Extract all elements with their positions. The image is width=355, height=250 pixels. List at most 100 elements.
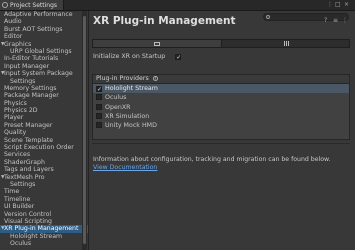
- provider-label: XR Simulation: [105, 112, 150, 120]
- providers-header-label: Plug-in Providers: [96, 75, 149, 82]
- more-options-icon[interactable]: ⋮: [327, 1, 333, 8]
- provider-item[interactable]: XR Simulation: [93, 112, 349, 121]
- expand-arrow-icon[interactable]: ▼: [1, 174, 4, 181]
- sidebar-item[interactable]: Settings: [0, 78, 88, 85]
- view-documentation-link[interactable]: View Documentation: [93, 164, 157, 171]
- sidebar-item[interactable]: Script Execution Order: [0, 144, 88, 151]
- sidebar-item-label: Input System Package: [4, 70, 73, 78]
- provider-checkbox[interactable]: [96, 112, 102, 119]
- provider-checkbox[interactable]: ✓: [96, 86, 102, 93]
- sidebar-item-label: Player: [4, 114, 24, 122]
- platform-icon: [283, 41, 289, 46]
- sidebar-item[interactable]: Version Control: [0, 211, 88, 218]
- sidebar-item-label: Burst AOT Settings: [4, 25, 63, 33]
- sidebar-item[interactable]: Burst AOT Settings: [0, 26, 88, 33]
- sidebar-item-label: Hololight Stream: [10, 232, 63, 240]
- provider-checkbox[interactable]: [96, 122, 102, 129]
- page-title: XR Plug-in Management: [93, 15, 236, 27]
- sidebar-item-label: Audio: [4, 18, 22, 26]
- provider-label: Hololight Stream: [105, 85, 158, 92]
- close-icon[interactable]: ×: [344, 1, 349, 8]
- sidebar-item[interactable]: ▼ Graphics: [0, 41, 88, 48]
- sidebar-item-label: Version Control: [4, 210, 52, 218]
- sidebar-item-label: Physics 2D: [4, 107, 38, 115]
- sidebar-item[interactable]: Input Manager: [0, 63, 88, 70]
- sidebar-item[interactable]: Timeline: [0, 196, 88, 203]
- sidebar-item-label: Adaptive Performance: [4, 11, 73, 18]
- sidebar-item-label: Settings: [10, 180, 36, 188]
- sidebar-item-label: Graphics: [4, 40, 32, 48]
- platform-tabs: [92, 39, 350, 48]
- tab-android[interactable]: [222, 40, 350, 47]
- provider-checkbox[interactable]: [96, 103, 102, 110]
- help-icon[interactable]: ?: [152, 76, 158, 81]
- sidebar-item-label: URP Global Settings: [10, 47, 72, 55]
- initialize-xr-row: Initialize XR on Startup ✓: [93, 53, 181, 61]
- sidebar-item[interactable]: Player: [0, 114, 88, 121]
- expand-arrow-icon[interactable]: ▼: [1, 70, 4, 77]
- sidebar-item[interactable]: Editor: [0, 33, 88, 40]
- sidebar-item[interactable]: Adaptive Performance: [0, 11, 88, 18]
- sidebar-item-label: Visual Scripting: [4, 217, 52, 225]
- sidebar-item[interactable]: Oculus: [0, 240, 88, 247]
- sidebar-item-label: Time: [4, 188, 20, 196]
- sidebar-item-label: Memory Settings: [4, 84, 57, 92]
- sidebar-item[interactable]: Time: [0, 188, 88, 195]
- sidebar-item[interactable]: Settings: [0, 181, 88, 188]
- sidebar-item-label: Preset Manager: [4, 121, 53, 129]
- sidebar-item[interactable]: Package Manager: [0, 92, 88, 99]
- sidebar-item-label: Tags and Layers: [4, 166, 54, 174]
- info-text: Information about configuration, trackin…: [93, 156, 331, 163]
- provider-item[interactable]: OpenXR: [93, 103, 349, 112]
- sidebar-item[interactable]: ▼ TextMesh Pro: [0, 174, 88, 181]
- settings-panel: XR Plug-in Management ? ≡ ⋮ Initialize X…: [90, 11, 355, 250]
- sidebar-item[interactable]: Services: [0, 151, 88, 158]
- sidebar-item-label: Editor: [4, 33, 23, 41]
- sidebar-item[interactable]: Memory Settings: [0, 85, 88, 92]
- sidebar-item[interactable]: Tags and Layers: [0, 166, 88, 173]
- tab-label: Project Settings: [10, 1, 58, 9]
- sidebar-item[interactable]: ▼ Input System Package: [0, 70, 88, 77]
- sidebar-scroll-thumb[interactable]: [83, 16, 86, 244]
- sidebar-item[interactable]: URP Global Settings: [0, 48, 88, 55]
- providers-header: Plug-in Providers ?: [93, 75, 349, 84]
- monitor-icon: [154, 41, 160, 46]
- sidebar-item[interactable]: In-Editor Tutorials: [0, 55, 88, 62]
- sidebar-item[interactable]: Quality: [0, 129, 88, 136]
- provider-item[interactable]: Oculus: [93, 93, 349, 102]
- sidebar-item[interactable]: Scene Template: [0, 137, 88, 144]
- sidebar-item[interactable]: UI Builder: [0, 203, 88, 210]
- sidebar-item-label: In-Editor Tutorials: [4, 55, 59, 63]
- help-icon[interactable]: ?: [324, 17, 327, 24]
- expand-arrow-icon[interactable]: ▼: [1, 225, 4, 232]
- sidebar-item-label: Package Manager: [4, 92, 59, 100]
- provider-checkbox[interactable]: [96, 94, 102, 101]
- sidebar-item[interactable]: ShaderGraph: [0, 159, 88, 166]
- gear-icon: [2, 2, 8, 8]
- more-icon[interactable]: ⋮: [342, 17, 348, 24]
- preset-icon[interactable]: ≡: [333, 17, 338, 24]
- sidebar-item-label: XR Plug-in Management: [4, 225, 79, 233]
- sidebar-item[interactable]: Visual Scripting: [0, 218, 88, 225]
- sidebar-item[interactable]: Audio: [0, 18, 88, 25]
- sidebar-item-label: TextMesh Pro: [4, 173, 45, 181]
- sidebar-item-label: Services: [4, 151, 31, 159]
- expand-arrow-icon[interactable]: ▼: [1, 41, 4, 48]
- sidebar-item[interactable]: Physics: [0, 100, 88, 107]
- tab-standalone[interactable]: [93, 40, 222, 47]
- plugin-providers-box: Plug-in Providers ? ✓ Hololight Stream Ocu…: [92, 74, 350, 140]
- sidebar-item-label: Scene Template: [4, 136, 54, 144]
- provider-item[interactable]: ✓ Hololight Stream: [93, 84, 349, 94]
- initialize-xr-checkbox[interactable]: ✓: [175, 54, 181, 61]
- maximize-icon[interactable]: □: [335, 1, 341, 8]
- project-settings-tab[interactable]: Project Settings: [0, 0, 64, 10]
- sidebar-item[interactable]: Hololight Stream: [0, 233, 88, 240]
- settings-sidebar: Adaptive Performance Audio Burst AOT Setti…: [0, 11, 89, 250]
- sidebar-item[interactable]: Physics 2D: [0, 107, 88, 114]
- sidebar-item[interactable]: ▼ XR Plug-in Management: [0, 225, 88, 233]
- sidebar-item[interactable]: Preset Manager: [0, 122, 88, 129]
- window-titlebar: Project Settings ⋮ □ ×: [0, 0, 355, 11]
- provider-list: ✓ Hololight Stream Oculus OpenXR XR Simulati…: [93, 84, 349, 130]
- provider-item[interactable]: Unity Mock HMD: [93, 121, 349, 130]
- info-section: Information about configuration, trackin…: [92, 143, 350, 174]
